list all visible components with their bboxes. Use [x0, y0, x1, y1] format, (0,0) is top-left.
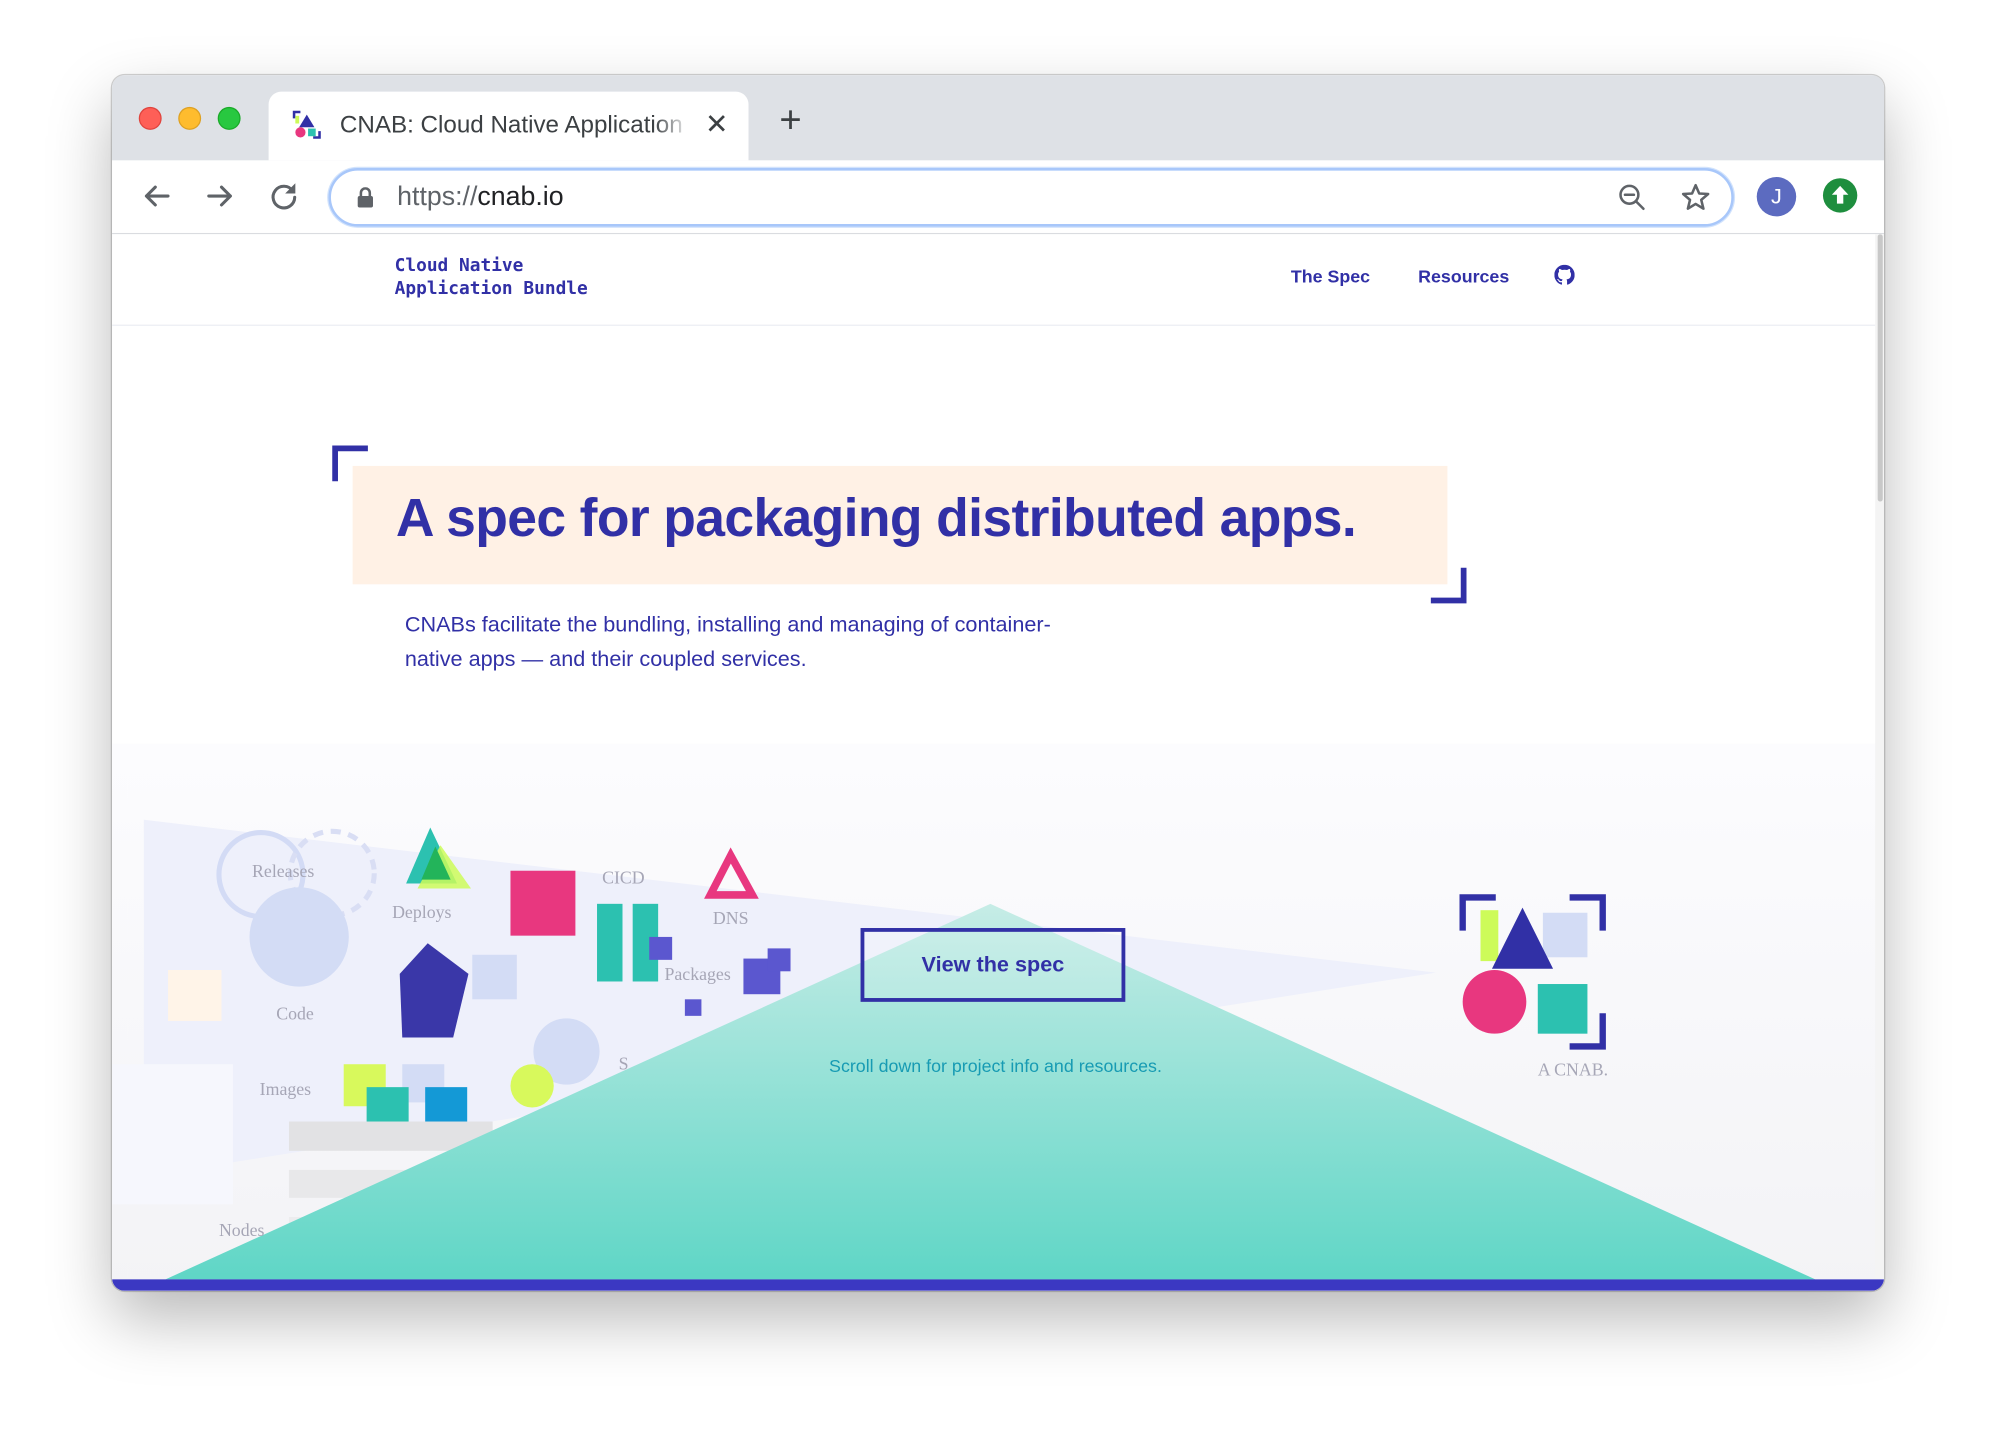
back-icon[interactable]: [137, 177, 175, 215]
packages-square-b-shape: [767, 948, 791, 972]
code-circle-shape: [249, 887, 349, 987]
cnab-caption: A CNAB.: [1537, 1061, 1609, 1081]
address-bar[interactable]: https://cnab.io: [328, 168, 1734, 227]
lock-icon: [357, 187, 373, 208]
hero-illustration: Releases Deploys CICD DNS Packages Code …: [112, 819, 1816, 1280]
accent-bar: [112, 1279, 1885, 1291]
minimize-window-button[interactable]: [178, 106, 202, 130]
zoom-window-button[interactable]: [217, 106, 241, 130]
cicd-label: CICD: [602, 867, 645, 887]
brand-line-1: Cloud Native: [394, 255, 524, 277]
site-brand[interactable]: Cloud Native Application Bundle: [395, 255, 588, 301]
browser-tab[interactable]: CNAB: Cloud Native Application Bundle ✕: [268, 91, 749, 161]
hero-title: A spec for packaging distributed apps.: [395, 487, 1357, 548]
images-label: Images: [260, 1079, 312, 1099]
nav-resources-link[interactable]: Resources: [1418, 266, 1509, 286]
page-viewport: Releases Deploys CICD DNS Packages Code …: [112, 234, 1885, 1291]
url-scheme: https://: [397, 182, 478, 212]
tab-close-icon[interactable]: ✕: [700, 108, 733, 141]
small-indigo-square-shape: [649, 936, 673, 960]
pink-square-shape: [510, 870, 576, 936]
cnab-favicon-icon: [292, 110, 321, 139]
scroll-note: Scroll down for project info and resourc…: [829, 1055, 1162, 1076]
scrollbar-thumb[interactable]: [1877, 234, 1883, 502]
profile-avatar[interactable]: J: [1756, 176, 1797, 217]
browser-window: CNAB: Cloud Native Application Bundle ✕ …: [112, 75, 1885, 1291]
releases-label: Releases: [252, 861, 314, 881]
packages-square-c-shape: [684, 999, 702, 1016]
hero-subtitle: CNABs facilitate the bundling, installin…: [404, 612, 1051, 671]
url-host: cnab.io: [477, 182, 564, 212]
cnab-logo-shape: [1459, 894, 1606, 1050]
peach-square-shape: [168, 970, 222, 1021]
reload-icon[interactable]: [265, 177, 303, 215]
tab-title: CNAB: Cloud Native Application Bundle: [340, 109, 690, 143]
tab-strip: CNAB: Cloud Native Application Bundle ✕ …: [112, 75, 1885, 161]
code-label: Code: [276, 1004, 314, 1024]
new-tab-plus-icon[interactable]: +: [771, 101, 809, 141]
nav-the-spec-link[interactable]: The Spec: [1291, 266, 1370, 286]
url-text[interactable]: https://cnab.io: [397, 182, 563, 213]
pale-block-shape: [112, 1064, 233, 1205]
dns-label: DNS: [713, 908, 749, 928]
site-header: Cloud Native Application Bundle The Spec…: [112, 234, 1876, 326]
brand-line-2: Application Bundle: [394, 278, 588, 300]
services-partial-label: S: [619, 1053, 629, 1073]
cicd-bar-left-shape: [597, 903, 623, 982]
view-the-spec-button[interactable]: View the spec: [860, 928, 1126, 1002]
packages-label: Packages: [665, 964, 731, 984]
github-icon[interactable]: [1554, 264, 1575, 285]
dns-triangle-shape: [704, 847, 759, 899]
deploys-label: Deploys: [392, 902, 451, 922]
lime-circle-shape: [510, 1064, 554, 1108]
forward-icon[interactable]: [201, 177, 239, 215]
browser-toolbar: https://cnab.io J: [112, 160, 1885, 235]
close-window-button[interactable]: [138, 106, 162, 130]
zoom-out-icon[interactable]: [1617, 182, 1648, 213]
nodes-label: Nodes: [219, 1220, 265, 1240]
page-scrollbar[interactable]: [1875, 234, 1885, 1279]
update-icon[interactable]: [1822, 178, 1858, 213]
star-icon[interactable]: [1680, 182, 1711, 213]
lavender-square-shape: [472, 954, 517, 1000]
